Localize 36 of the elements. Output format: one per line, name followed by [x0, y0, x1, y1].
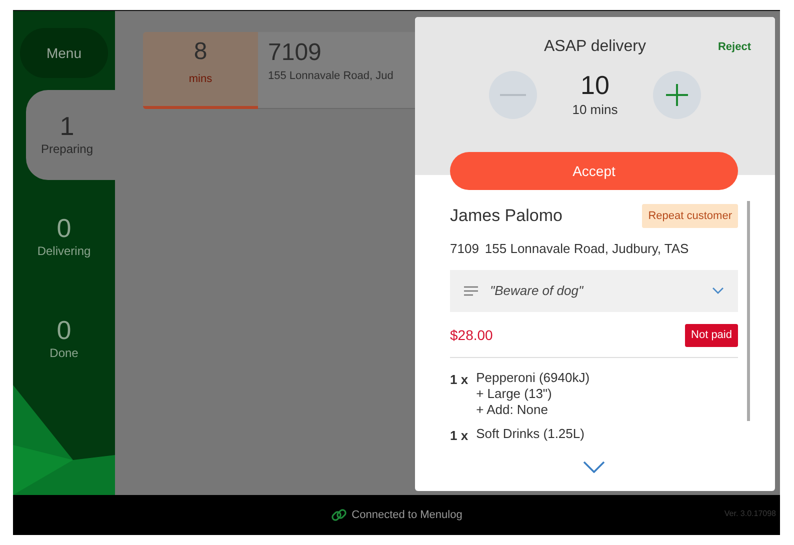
order-card[interactable]: 8 mins 7109 155 Lonnavale Road, Jud [143, 32, 415, 109]
dialog-title: ASAP delivery [544, 37, 646, 57]
order-address: 155 Lonnavale Road, Jud [268, 68, 394, 84]
item-option: + Large (13") [476, 386, 590, 402]
scrollbar[interactable] [747, 201, 750, 421]
reject-link[interactable]: Reject [718, 39, 751, 56]
item-quantity: 1 x [450, 427, 468, 446]
chevron-icon [712, 287, 724, 295]
order-number: 7109 [450, 240, 479, 258]
chevron-down-icon[interactable] [583, 460, 605, 473]
sidebar-tab[interactable]: 0 Delivering [13, 192, 115, 282]
accept-button[interactable]: Accept [450, 152, 738, 190]
item-name: Soft Drinks (1.25L) [476, 426, 584, 442]
menu-button[interactable]: Menu [20, 28, 108, 78]
stepper-caption: 10 mins [572, 100, 618, 119]
order-number: 7109 [268, 39, 322, 68]
order-total: $28.00 [450, 326, 493, 345]
link-icon [330, 507, 347, 523]
item-option: + Add: None [476, 402, 590, 418]
timer-unit: mins [188, 72, 212, 87]
plus-icon [666, 84, 688, 106]
item-quantity: 1 x [450, 370, 468, 388]
increase-button[interactable] [653, 71, 701, 120]
customer-tag: Repeat customer [642, 204, 738, 228]
item-name: Pepperoni (6940kJ) [476, 370, 590, 386]
timer-value: 8 [194, 38, 208, 67]
sidebar-tab[interactable]: 1 Preparing [26, 90, 115, 180]
note-panel[interactable]: "Beware of dog" [450, 270, 738, 312]
payment-status: Not paid [685, 324, 738, 346]
connection-status: Connected to Menulog [352, 508, 462, 523]
version-label: Ver. 3.0.17098 [724, 508, 776, 520]
sidebar-tab[interactable]: 0 Done [13, 294, 115, 384]
customer-name: James Palomo [450, 205, 562, 227]
delivery-address: 155 Lonnavale Road, Judbury, TAS [484, 240, 689, 258]
notes-icon [464, 286, 478, 296]
stepper-value: 10 [580, 71, 610, 100]
